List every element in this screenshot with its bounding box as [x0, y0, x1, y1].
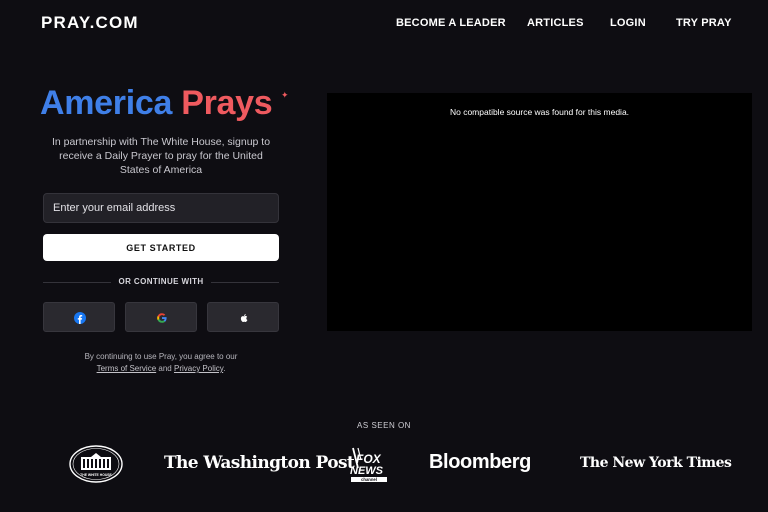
- sparkle-icon: ✦: [281, 90, 289, 100]
- terms-prefix-text: By continuing to use Pray, you agree to …: [84, 352, 238, 361]
- nav-become-a-leader[interactable]: BECOME A LEADER: [396, 17, 506, 29]
- svg-text:channel: channel: [361, 477, 377, 482]
- white-house-logo: THE WHITE HOUSE: [69, 445, 123, 483]
- nav-articles[interactable]: ARTICLES: [527, 17, 584, 29]
- hero-subtitle: In partnership with The White House, sig…: [51, 136, 271, 176]
- hero-title-america: America: [40, 84, 173, 122]
- nyt-logo: The New York Times: [580, 455, 732, 471]
- white-house-logo-text: THE WHITE HOUSE: [80, 473, 112, 477]
- as-seen-on-label: AS SEEN ON: [357, 421, 411, 430]
- apple-icon: [240, 314, 248, 323]
- nav-try-pray[interactable]: TRY PRAY: [676, 17, 732, 29]
- privacy-policy-link[interactable]: Privacy Policy: [174, 364, 223, 373]
- google-icon: [157, 313, 167, 323]
- or-continue-with-label: OR CONTINUE WITH: [118, 277, 204, 286]
- svg-text:FOX: FOX: [356, 452, 382, 466]
- video-error-message: No compatible source was found for this …: [449, 107, 630, 117]
- terms-and-text: and: [158, 364, 172, 373]
- google-login-button[interactable]: [125, 302, 197, 332]
- hero-title-prays: Prays: [181, 84, 273, 122]
- terms-notice: By continuing to use Pray, you agree to …: [43, 351, 279, 375]
- facebook-login-button[interactable]: [43, 302, 115, 332]
- divider-right: [211, 282, 279, 283]
- video-player[interactable]: No compatible source was found for this …: [327, 93, 752, 331]
- terms-of-service-link[interactable]: Terms of Service: [97, 364, 157, 373]
- hero-title: America Prays: [40, 84, 273, 123]
- site-logo[interactable]: PRAY.COM: [41, 13, 139, 33]
- email-input[interactable]: [43, 193, 279, 223]
- nav-login[interactable]: LOGIN: [610, 17, 646, 29]
- svg-text:NEWS: NEWS: [350, 465, 384, 477]
- top-navigation: PRAY.COM BECOME A LEADER ARTICLES LOGIN …: [0, 0, 768, 48]
- washington-post-logo: The Washington Post: [164, 453, 355, 473]
- apple-login-button[interactable]: [207, 302, 279, 332]
- facebook-icon: [74, 312, 86, 324]
- fox-news-logo: FOX NEWS channel: [350, 447, 387, 482]
- bloomberg-logo: Bloomberg: [429, 451, 531, 473]
- get-started-button[interactable]: GET STARTED: [43, 234, 279, 261]
- terms-suffix-text: .: [223, 364, 226, 373]
